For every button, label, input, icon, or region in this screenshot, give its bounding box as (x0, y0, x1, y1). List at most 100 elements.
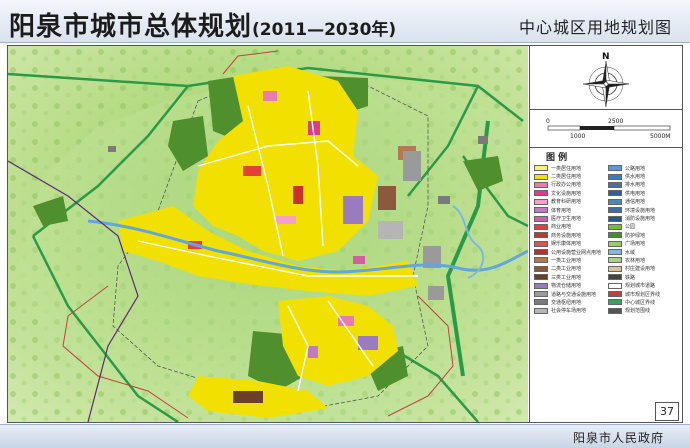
legend: 图 例 一类居住用地 公路用地二类居住用地 供水用地行政办公用地 排水用地文化设施用地… (530, 148, 683, 422)
legend-item: 村庄建设用地 (608, 265, 682, 273)
legend-label: 公园 (625, 224, 636, 231)
legend-item: 中心城区界线 (608, 298, 682, 306)
legend-label: 行政办公用地 (551, 182, 582, 189)
legend-swatch (534, 265, 548, 272)
legend-item: 商业用地 (534, 223, 608, 231)
legend-label: 通信用地 (625, 199, 646, 206)
legend-item: 医疗卫生用地 (534, 214, 608, 222)
legend-grid: 一类居住用地 公路用地二类居住用地 供水用地行政办公用地 排水用地文化设施用地 供电用地… (534, 164, 682, 315)
map-title: 阳泉市城市总体规划(2011—2030年) (9, 6, 396, 43)
footer-bar: 阳泉市人民政府 (0, 424, 690, 448)
header-bar: 阳泉市城市总体规划(2011—2030年) 中心城区用地规划图 (0, 0, 690, 43)
legend-item: 防护绿地 (608, 231, 682, 239)
legend-swatch (534, 299, 548, 306)
legend-swatch (608, 299, 622, 306)
map-subtitle: 中心城区用地规划图 (518, 18, 672, 37)
legend-swatch (534, 198, 548, 205)
legend-swatch (534, 223, 548, 230)
map-canvas (8, 46, 528, 422)
legend-swatch (534, 274, 548, 281)
legend-item: 消防设施用地 (608, 214, 682, 222)
scale-tick-2500: 2500 (608, 118, 623, 125)
legend-item: 道路与交通设施用地 (534, 290, 608, 298)
legend-swatch (608, 265, 622, 272)
legend-label: 供水用地 (625, 174, 646, 181)
legend-swatch (534, 240, 548, 247)
legend-item: 一类工业用地 (534, 256, 608, 264)
legend-item: 通信用地 (608, 198, 682, 206)
legend-label: 规划城市道路 (625, 283, 656, 290)
legend-swatch (608, 215, 622, 222)
legend-item: 社会停车场用地 (534, 307, 608, 315)
legend-label: 教育科研用地 (551, 199, 582, 206)
legend-swatch (608, 257, 622, 264)
legend-label: 商业用地 (551, 224, 572, 231)
legend-item: 交通枢纽用地 (534, 298, 608, 306)
legend-item: 规划城市道路 (608, 281, 682, 289)
map-title-years: (2011—2030年) (252, 20, 397, 40)
legend-label: 供电用地 (625, 190, 646, 197)
issuer-label: 阳泉市人民政府 (572, 431, 664, 445)
legend-label: 防护绿地 (625, 232, 646, 239)
legend-swatch (534, 173, 548, 180)
scale-tick-0: 0 (546, 118, 550, 125)
legend-swatch (608, 232, 622, 239)
legend-label: 消防设施用地 (625, 216, 656, 223)
legend-swatch (608, 274, 622, 281)
legend-swatch (534, 190, 548, 197)
legend-item: 公用设施营业网点用地 (534, 248, 608, 256)
legend-label: 娱乐康体用地 (551, 241, 582, 248)
legend-swatch (534, 257, 548, 264)
land-use-map[interactable] (8, 46, 528, 422)
legend-item: 二类居住用地 (534, 172, 608, 180)
scale-tick-1000: 1000 (570, 133, 585, 140)
legend-swatch (534, 181, 548, 188)
legend-swatch (608, 249, 622, 256)
legend-label: 一类工业用地 (551, 257, 582, 264)
legend-swatch (608, 181, 622, 188)
compass-box: N (530, 46, 683, 110)
legend-label: 铁路 (625, 274, 636, 281)
legend-swatch (608, 165, 622, 172)
legend-item: 公园 (608, 223, 682, 231)
legend-label: 中心城区界线 (625, 299, 656, 306)
legend-label: 交通枢纽用地 (551, 299, 582, 306)
legend-item: 一类居住用地 (534, 164, 608, 172)
legend-swatch (608, 223, 622, 230)
legend-label: 村庄建设用地 (625, 266, 656, 273)
legend-swatch (534, 282, 548, 289)
legend-item: 规划范围线 (608, 307, 682, 315)
legend-label: 广场用地 (625, 241, 646, 248)
legend-swatch (608, 282, 622, 289)
legend-item: 供电用地 (608, 189, 682, 197)
legend-item: 三类工业用地 (534, 273, 608, 281)
legend-item: 供水用地 (608, 172, 682, 180)
legend-label: 二类工业用地 (551, 266, 582, 273)
legend-swatch (608, 173, 622, 180)
legend-item: 公路用地 (608, 164, 682, 172)
legend-label: 医疗卫生用地 (551, 216, 582, 223)
legend-item: 环境设施用地 (608, 206, 682, 214)
compass-rose-icon: N (582, 52, 630, 108)
legend-label: 一类居住用地 (551, 165, 582, 172)
legend-item: 铁路 (608, 273, 682, 281)
legend-label: 道路与交通设施用地 (551, 291, 597, 298)
legend-label: 公路用地 (625, 165, 646, 172)
side-panel: N 0 1000 2500 5000M 图 例 一类居住用地 公路用地 二类居住用地… (529, 46, 683, 422)
legend-label: 农林用地 (625, 257, 646, 264)
legend-item: 体育用地 (534, 206, 608, 214)
legend-item: 文化设施用地 (534, 189, 608, 197)
legend-label: 公用设施营业网点用地 (551, 249, 602, 256)
legend-label: 商务设施用地 (551, 232, 582, 239)
legend-label: 水域 (625, 249, 636, 256)
legend-swatch (534, 165, 548, 172)
legend-swatch (534, 232, 548, 239)
legend-item: 广场用地 (608, 240, 682, 248)
legend-swatch (608, 207, 622, 214)
legend-label: 体育用地 (551, 207, 572, 214)
page-number: 37 (655, 402, 679, 421)
legend-title: 图 例 (546, 153, 568, 163)
legend-item: 商务设施用地 (534, 231, 608, 239)
legend-label: 排水用地 (625, 182, 646, 189)
legend-item: 教育科研用地 (534, 198, 608, 206)
